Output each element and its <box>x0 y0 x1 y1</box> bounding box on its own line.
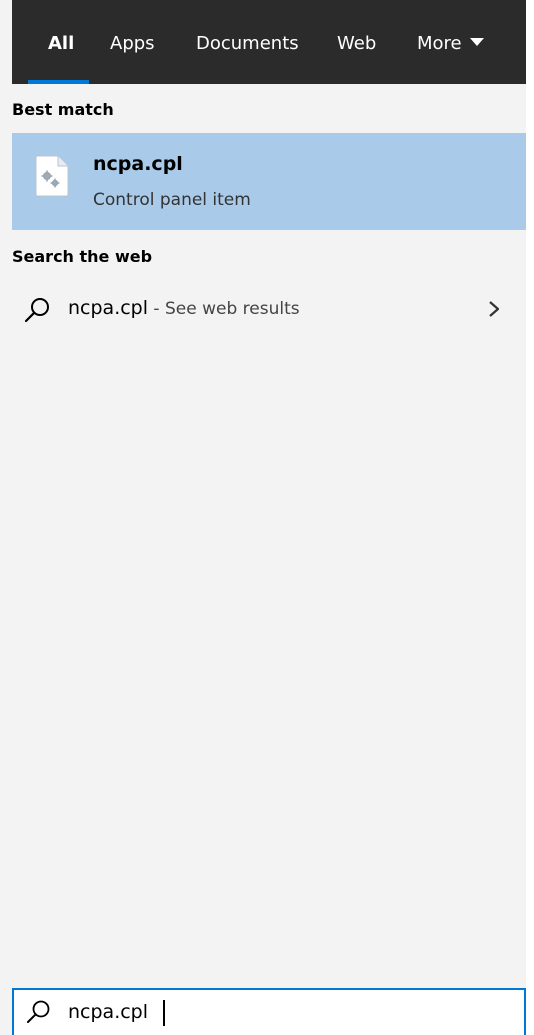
web-result-suffix: - See web results <box>148 299 300 319</box>
tab-more-label: More <box>417 33 462 54</box>
tab-apps[interactable]: Apps <box>110 0 155 84</box>
result-subtitle: Control panel item <box>93 190 251 210</box>
tab-documents-label: Documents <box>196 33 299 54</box>
filter-tab-bar: All Apps Documents Web More <box>12 0 526 84</box>
best-match-header: Best match <box>12 100 114 119</box>
control-panel-file-icon <box>35 155 69 197</box>
search-box[interactable] <box>12 988 526 1035</box>
tab-documents[interactable]: Documents <box>196 0 299 84</box>
tab-all[interactable]: All <box>48 0 74 84</box>
web-result-text: ncpa.cpl - See web results <box>68 297 300 319</box>
search-icon <box>27 1000 50 1023</box>
search-input[interactable] <box>68 996 488 1028</box>
results-list: Best match ncpa.cpl Control panel item S… <box>12 84 526 988</box>
chevron-right-icon <box>489 301 500 317</box>
window-edge <box>526 0 534 1035</box>
web-query-text: ncpa.cpl <box>68 297 149 319</box>
caret-down-icon <box>469 38 484 46</box>
tab-web-label: Web <box>337 33 377 54</box>
best-match-result[interactable]: ncpa.cpl Control panel item <box>12 133 526 230</box>
search-panel: All Apps Documents Web More Best match n… <box>0 0 534 1035</box>
web-search-result[interactable]: ncpa.cpl - See web results <box>12 284 526 334</box>
text-cursor <box>163 1000 165 1026</box>
search-web-header: Search the web <box>12 247 153 266</box>
search-icon <box>24 298 49 323</box>
tab-more[interactable]: More <box>417 0 484 84</box>
tab-apps-label: Apps <box>110 33 155 54</box>
tab-web[interactable]: Web <box>337 0 376 84</box>
tab-all-label: All <box>48 33 75 54</box>
result-title: ncpa.cpl <box>93 153 183 175</box>
